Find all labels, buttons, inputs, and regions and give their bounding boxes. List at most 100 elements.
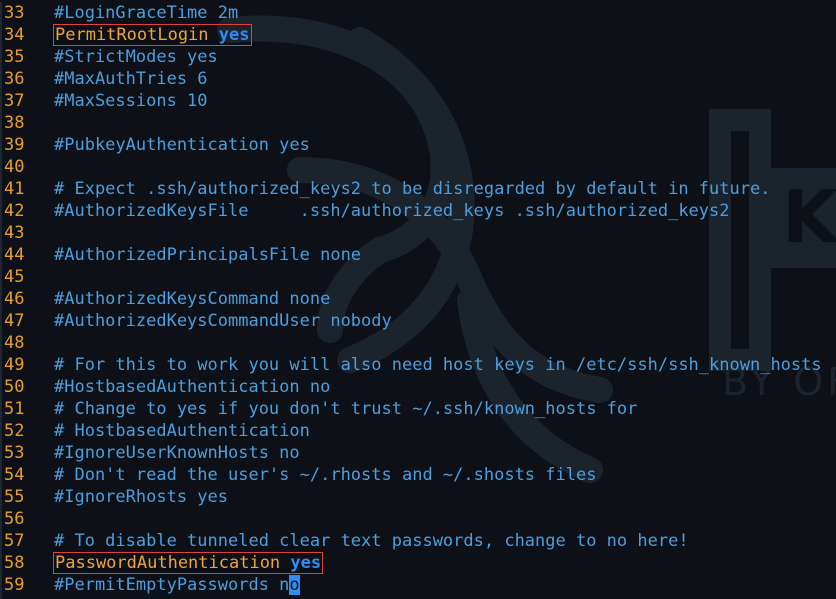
- line-content: #MaxSessions 10: [48, 90, 208, 112]
- line-number: 49: [4, 355, 25, 375]
- line-content: #StrictModes yes: [48, 46, 218, 68]
- line-number: 41: [4, 179, 25, 199]
- line-content: #PermitEmptyPasswords no: [48, 574, 300, 596]
- code-line[interactable]: 53 #IgnoreUserKnownHosts no: [0, 442, 836, 464]
- line-number: 53: [4, 443, 25, 463]
- line-number: 33: [4, 3, 25, 23]
- code-line[interactable]: 35 #StrictModes yes: [0, 46, 836, 68]
- line-number: 38: [4, 113, 25, 133]
- comment-text: # Don't read the user's ~/.rhosts and ~/…: [54, 465, 597, 485]
- comment-text: #IgnoreUserKnownHosts no: [54, 443, 300, 463]
- code-line[interactable]: 54 # Don't read the user's ~/.rhosts and …: [0, 464, 836, 486]
- code-line[interactable]: 33 #LoginGraceTime 2m: [0, 2, 836, 24]
- comment-text: #PermitEmptyPasswords n: [54, 575, 290, 595]
- code-line[interactable]: 55 #IgnoreRhosts yes: [0, 486, 836, 508]
- comment-text: #AuthorizedKeysFile .ssh/authorized_keys…: [54, 201, 730, 221]
- code-line[interactable]: 41 # Expect .ssh/authorized_keys2 to be d…: [0, 178, 836, 200]
- line-number: 45: [4, 267, 25, 287]
- line-number: 51: [4, 399, 25, 419]
- code-line[interactable]: 34 PermitRootLogin yes: [0, 24, 836, 46]
- line-number: 56: [4, 509, 25, 529]
- line-content: #LoginGraceTime 2m: [48, 2, 238, 24]
- text-cursor: o: [289, 575, 300, 595]
- comment-text: #StrictModes yes: [54, 47, 218, 67]
- line-number: 59: [4, 575, 25, 595]
- line-number: 54: [4, 465, 25, 485]
- line-content: #IgnoreRhosts yes: [48, 486, 228, 508]
- line-content: # To disable tunneled clear text passwor…: [48, 530, 689, 552]
- code-line[interactable]: 59 #PermitEmptyPasswords no: [0, 574, 836, 596]
- line-number: 50: [4, 377, 25, 397]
- comment-text: # Expect .ssh/authorized_keys2 to be dis…: [54, 179, 771, 199]
- code-line[interactable]: 44 #AuthorizedPrincipalsFile none: [0, 244, 836, 266]
- line-number: 43: [4, 223, 25, 243]
- directive-key: PermitRootLogin: [55, 25, 209, 45]
- comment-text: # For this to work you will also need ho…: [54, 355, 822, 375]
- code-line[interactable]: 45: [0, 266, 836, 288]
- line-content: # Don't read the user's ~/.rhosts and ~/…: [48, 464, 596, 486]
- line-number: 36: [4, 69, 25, 89]
- line-number: 55: [4, 487, 25, 507]
- comment-text: # HostbasedAuthentication: [54, 421, 310, 441]
- code-line[interactable]: 52 # HostbasedAuthentication: [0, 420, 836, 442]
- directive-value: yes: [218, 25, 250, 45]
- line-number: 57: [4, 531, 25, 551]
- line-content: #PubkeyAuthentication yes: [48, 134, 310, 156]
- line-number: 35: [4, 47, 25, 67]
- code-line[interactable]: 38: [0, 112, 836, 134]
- code-line[interactable]: 57 # To disable tunneled clear text passw…: [0, 530, 836, 552]
- line-number: 46: [4, 289, 25, 309]
- comment-text: #IgnoreRhosts yes: [54, 487, 228, 507]
- comment-text: #LoginGraceTime 2m: [54, 3, 239, 23]
- comment-text: #AuthorizedKeysCommand none: [54, 289, 331, 309]
- code-line[interactable]: 40: [0, 156, 836, 178]
- line-content: # Change to yes if you don't trust ~/.ss…: [48, 398, 637, 420]
- comment-text: #HostbasedAuthentication no: [54, 377, 331, 397]
- line-content: # Expect .ssh/authorized_keys2 to be dis…: [48, 178, 770, 200]
- code-line[interactable]: 58 PasswordAuthentication yes: [0, 552, 836, 574]
- line-number: 39: [4, 135, 25, 155]
- line-content: #AuthorizedPrincipalsFile none: [48, 244, 361, 266]
- line-number: 48: [4, 333, 25, 353]
- code-line[interactable]: 39 #PubkeyAuthentication yes: [0, 134, 836, 156]
- line-content: PasswordAuthentication yes: [48, 552, 324, 574]
- line-content: # For this to work you will also need ho…: [48, 354, 822, 376]
- code-line[interactable]: 49 # For this to work you will also need …: [0, 354, 836, 376]
- code-line[interactable]: 50 #HostbasedAuthentication no: [0, 376, 836, 398]
- line-content: #AuthorizedKeysCommandUser nobody: [48, 310, 392, 332]
- comment-text: #MaxSessions 10: [54, 91, 208, 111]
- comment-text: # Change to yes if you don't trust ~/.ss…: [54, 399, 638, 419]
- comment-text: #AuthorizedKeysCommandUser nobody: [54, 311, 392, 331]
- highlighted-directive: PasswordAuthentication yes: [52, 552, 324, 574]
- comment-text: #MaxAuthTries 6: [54, 69, 208, 89]
- line-content: #MaxAuthTries 6: [48, 68, 208, 90]
- line-content: # HostbasedAuthentication: [48, 420, 310, 442]
- code-line[interactable]: 43: [0, 222, 836, 244]
- line-number: 47: [4, 311, 25, 331]
- comment-text: #PubkeyAuthentication yes: [54, 135, 310, 155]
- code-line[interactable]: 42 #AuthorizedKeysFile .ssh/authorized_ke…: [0, 200, 836, 222]
- line-number: 58: [4, 553, 25, 573]
- code-line[interactable]: 36 #MaxAuthTries 6: [0, 68, 836, 90]
- comment-text: # To disable tunneled clear text passwor…: [54, 531, 689, 551]
- code-line[interactable]: 48: [0, 332, 836, 354]
- directive-value: yes: [290, 553, 322, 573]
- line-number: 34: [4, 25, 25, 45]
- line-number: 37: [4, 91, 25, 111]
- line-content: PermitRootLogin yes: [48, 24, 252, 46]
- line-content: #HostbasedAuthentication no: [48, 376, 330, 398]
- code-line[interactable]: 47 #AuthorizedKeysCommandUser nobody: [0, 310, 836, 332]
- line-number: 44: [4, 245, 25, 265]
- line-number: 40: [4, 157, 25, 177]
- line-content: #AuthorizedKeysCommand none: [48, 288, 330, 310]
- line-content: #IgnoreUserKnownHosts no: [48, 442, 300, 464]
- comment-text: #AuthorizedPrincipalsFile none: [54, 245, 362, 265]
- code-line[interactable]: 51 # Change to yes if you don't trust ~/.…: [0, 398, 836, 420]
- highlighted-directive: PermitRootLogin yes: [53, 24, 252, 46]
- code-line[interactable]: 37 #MaxSessions 10: [0, 90, 836, 112]
- code-line[interactable]: 46 #AuthorizedKeysCommand none: [0, 288, 836, 310]
- line-content: #AuthorizedKeysFile .ssh/authorized_keys…: [48, 200, 730, 222]
- code-editor[interactable]: 33 #LoginGraceTime 2m 34 PermitRootLogin ye…: [0, 2, 836, 596]
- code-line[interactable]: 56: [0, 508, 836, 530]
- line-number: 42: [4, 201, 25, 221]
